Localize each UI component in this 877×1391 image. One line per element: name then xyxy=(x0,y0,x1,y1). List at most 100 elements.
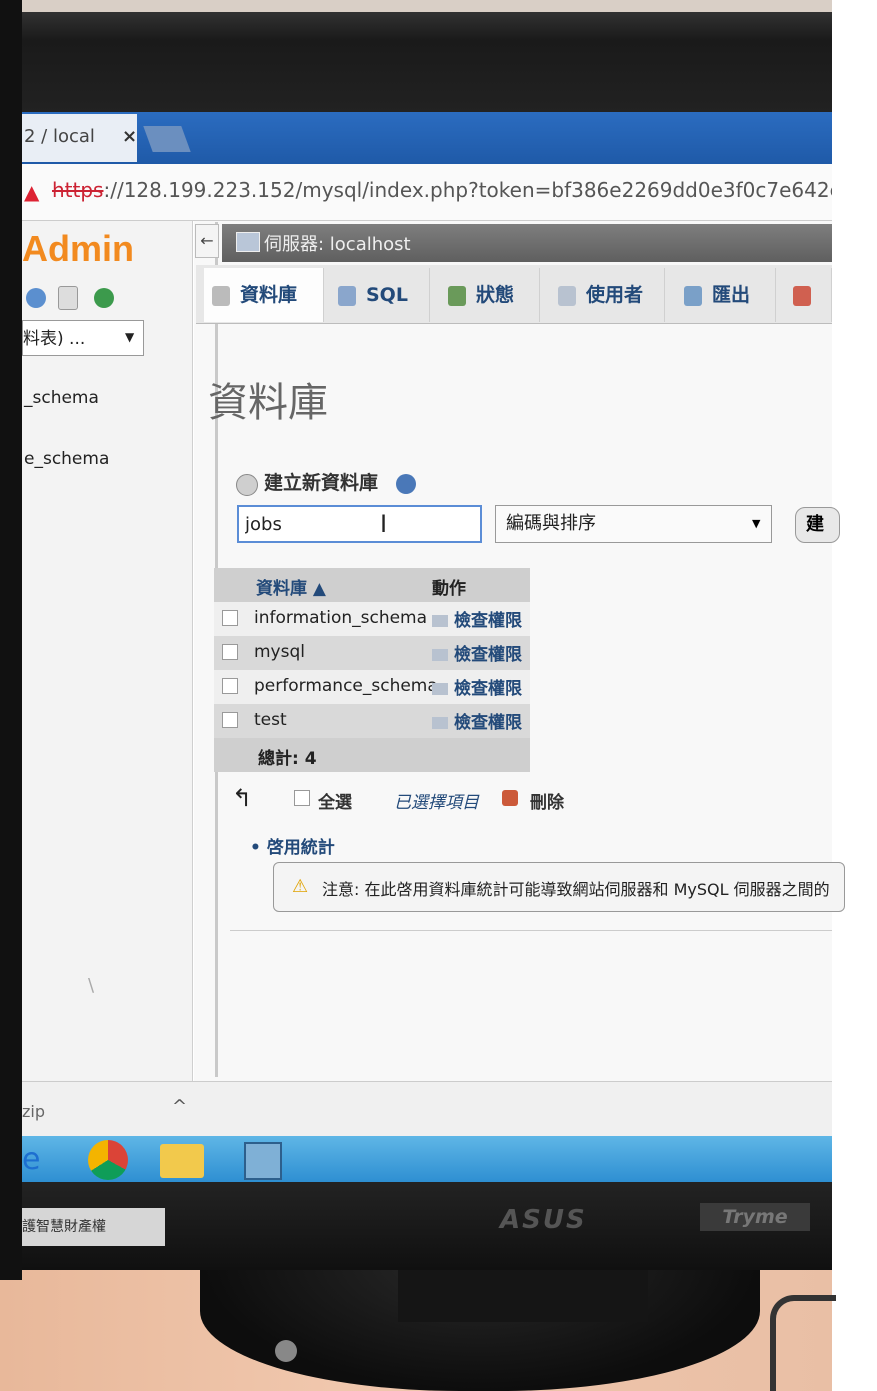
page-title: 資料庫 xyxy=(208,380,328,426)
check-privileges-link[interactable]: 檢查權限 xyxy=(432,640,522,665)
enable-statistics-link[interactable]: • 啓用統計 xyxy=(250,833,335,858)
row-checkbox[interactable] xyxy=(222,712,238,728)
download-item[interactable]: zip xyxy=(22,1102,45,1121)
downloads-bar xyxy=(22,1081,832,1137)
sidebar-item-schema[interactable]: e_schema xyxy=(24,449,109,469)
database-name-link[interactable]: performance_schema xyxy=(254,676,438,696)
import-icon xyxy=(793,285,811,306)
tab-label: 匯出 xyxy=(712,284,751,306)
asus-logo: ASUS xyxy=(500,1205,587,1235)
status-icon xyxy=(448,285,466,306)
table-footer: 總計: 4 xyxy=(214,738,530,772)
monitor-sticker: 護智慧財產權 xyxy=(22,1208,165,1246)
tab-export[interactable]: 匯出 xyxy=(676,268,776,322)
tab-status[interactable]: 狀態 xyxy=(440,268,540,322)
monitor-stand-neck xyxy=(398,1262,648,1322)
create-db-icon xyxy=(236,474,258,496)
check-all-label[interactable]: 全選 xyxy=(318,788,352,813)
file-explorer-icon[interactable] xyxy=(160,1144,204,1178)
column-header-action: 動作 xyxy=(432,579,466,599)
database-name-link[interactable]: information_schema xyxy=(254,608,427,628)
url-scheme: https xyxy=(52,178,104,202)
column-header-database[interactable]: 資料庫 ▲ xyxy=(256,574,326,599)
database-name-input[interactable] xyxy=(237,505,482,543)
table-row: mysql 檢查權限 xyxy=(214,636,530,670)
tab-sql[interactable]: SQL xyxy=(330,268,430,322)
database-icon xyxy=(212,285,230,306)
screen-scratch: \ xyxy=(88,975,95,996)
server-breadcrumb[interactable]: 伺服器: localhost xyxy=(264,230,411,256)
divider xyxy=(230,930,832,931)
chevron-down-icon: ▼ xyxy=(125,330,135,344)
background-right xyxy=(832,0,877,1391)
browser-tab-bar xyxy=(22,112,832,164)
notice-text: 注意: 在此啓用資料庫統計可能導致網站伺服器和 MySQL 伺服器之間的 xyxy=(322,880,830,899)
chrome-icon[interactable] xyxy=(88,1140,128,1180)
windows-taskbar xyxy=(22,1136,832,1182)
action-label: 檢查權限 xyxy=(454,611,522,631)
privileges-icon xyxy=(432,615,448,627)
action-label: 檢查權限 xyxy=(454,679,522,699)
chevron-down-icon: ▼ xyxy=(752,517,761,530)
tab-import[interactable] xyxy=(785,268,832,322)
url-text[interactable]: https://128.199.223.152/mysql/index.php?… xyxy=(52,178,832,202)
row-checkbox[interactable] xyxy=(222,678,238,694)
tab-label: 使用者 xyxy=(586,284,644,306)
close-icon[interactable]: × xyxy=(122,114,137,160)
url-path: ://128.199.223.152/mysql/index.php?token… xyxy=(103,178,832,202)
check-all-checkbox[interactable] xyxy=(294,790,310,806)
tab-label: 資料庫 xyxy=(240,284,298,306)
arrow-up-left-icon: ↰ xyxy=(232,784,253,812)
warning-icon: ▲ xyxy=(24,180,40,204)
check-privileges-link[interactable]: 檢查權限 xyxy=(432,708,522,733)
users-icon xyxy=(558,285,576,306)
action-label: 檢查權限 xyxy=(454,645,522,665)
table-header: 資料庫 ▲ 動作 xyxy=(214,568,530,602)
database-name-link[interactable]: mysql xyxy=(254,642,305,662)
table-row: performance_schema 檢查權限 xyxy=(214,670,530,704)
privileges-icon xyxy=(432,649,448,661)
browser-tab[interactable]: 2 / local × xyxy=(22,114,137,162)
tab-users[interactable]: 使用者 xyxy=(550,268,665,322)
warning-icon: ⚠ xyxy=(292,876,309,897)
internet-explorer-icon[interactable]: e xyxy=(22,1140,76,1180)
chevron-up-icon[interactable]: ^ xyxy=(172,1096,187,1117)
privileges-icon xyxy=(432,683,448,695)
tab-databases[interactable]: 資料庫 xyxy=(204,268,324,322)
export-icon xyxy=(684,285,702,306)
database-name-link[interactable]: test xyxy=(254,710,287,730)
reload-icon[interactable] xyxy=(94,288,114,308)
with-selected-label: 已選擇項目 xyxy=(394,793,479,813)
action-label: 檢查權限 xyxy=(454,713,522,733)
collapse-sidebar-button[interactable]: ← xyxy=(195,224,219,258)
wall-background xyxy=(0,0,877,12)
total-count: 總計: 4 xyxy=(258,749,317,769)
home-icon[interactable] xyxy=(26,288,46,308)
drop-icon[interactable] xyxy=(502,790,518,806)
docs-icon[interactable] xyxy=(58,286,78,310)
monitor-bezel-top xyxy=(0,0,877,115)
row-checkbox[interactable] xyxy=(222,610,238,626)
table-row: test 檢查權限 xyxy=(214,704,530,738)
cable xyxy=(770,1295,836,1391)
text-cursor-icon: I xyxy=(380,510,388,538)
tab-label: 狀態 xyxy=(476,284,515,306)
row-checkbox[interactable] xyxy=(222,644,238,660)
privileges-icon xyxy=(432,717,448,729)
phpmyadmin-logo[interactable]: Admin xyxy=(22,228,134,270)
check-privileges-link[interactable]: 檢查權限 xyxy=(432,674,522,699)
table-row: information_schema 檢查權限 xyxy=(214,602,530,636)
help-icon[interactable] xyxy=(396,474,416,494)
create-button[interactable]: 建立 xyxy=(795,507,840,543)
sql-icon xyxy=(338,285,356,306)
monitor-bezel-left xyxy=(0,0,22,1280)
sidebar-item-schema[interactable]: _schema xyxy=(24,388,99,408)
tab-label: SQL xyxy=(366,284,408,306)
create-db-heading: 建立新資料庫 xyxy=(264,472,379,494)
drop-button[interactable]: 刪除 xyxy=(530,788,564,813)
check-privileges-link[interactable]: 檢查權限 xyxy=(432,606,522,631)
collation-select[interactable]: 編碼與排序 xyxy=(495,505,772,543)
network-icon[interactable] xyxy=(244,1142,282,1180)
tryme-badge: Tryme xyxy=(700,1203,810,1231)
server-icon xyxy=(236,232,260,252)
